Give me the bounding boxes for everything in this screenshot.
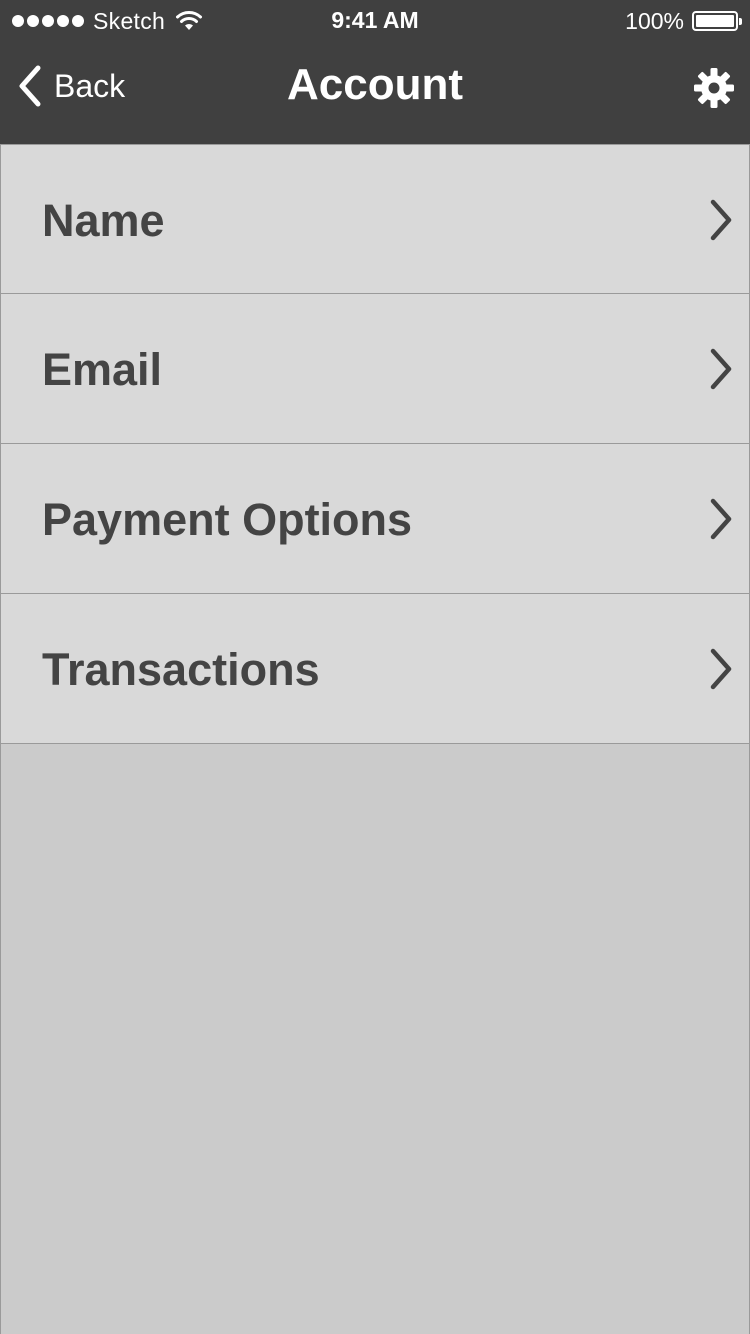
menu-item-label: Email (42, 344, 163, 395)
status-right: 100% (625, 7, 742, 35)
empty-content-area (0, 744, 750, 1334)
chevron-right-icon (710, 498, 732, 540)
battery-percent: 100% (625, 7, 684, 34)
account-menu-list: Name Email Payment Options Transactions (0, 144, 750, 744)
menu-item-transactions[interactable]: Transactions (0, 594, 750, 744)
menu-item-label: Payment Options (42, 494, 413, 545)
chevron-right-icon (710, 348, 732, 390)
page-title: Account (287, 60, 463, 109)
menu-item-email[interactable]: Email (0, 294, 750, 444)
menu-item-label: Transactions (42, 644, 320, 695)
menu-item-payment-options[interactable]: Payment Options (0, 444, 750, 594)
status-bar: Sketch 9:41 AM 100% (0, 0, 750, 40)
top-bar: Sketch 9:41 AM 100% Back Account (0, 0, 750, 144)
gear-icon[interactable] (692, 66, 736, 110)
menu-item-label: Name (42, 195, 165, 246)
chevron-right-icon (710, 199, 732, 241)
chevron-right-icon (710, 648, 732, 690)
menu-item-name[interactable]: Name (0, 144, 750, 294)
navigation-bar: Back Account (0, 40, 750, 144)
battery-icon (692, 11, 742, 31)
